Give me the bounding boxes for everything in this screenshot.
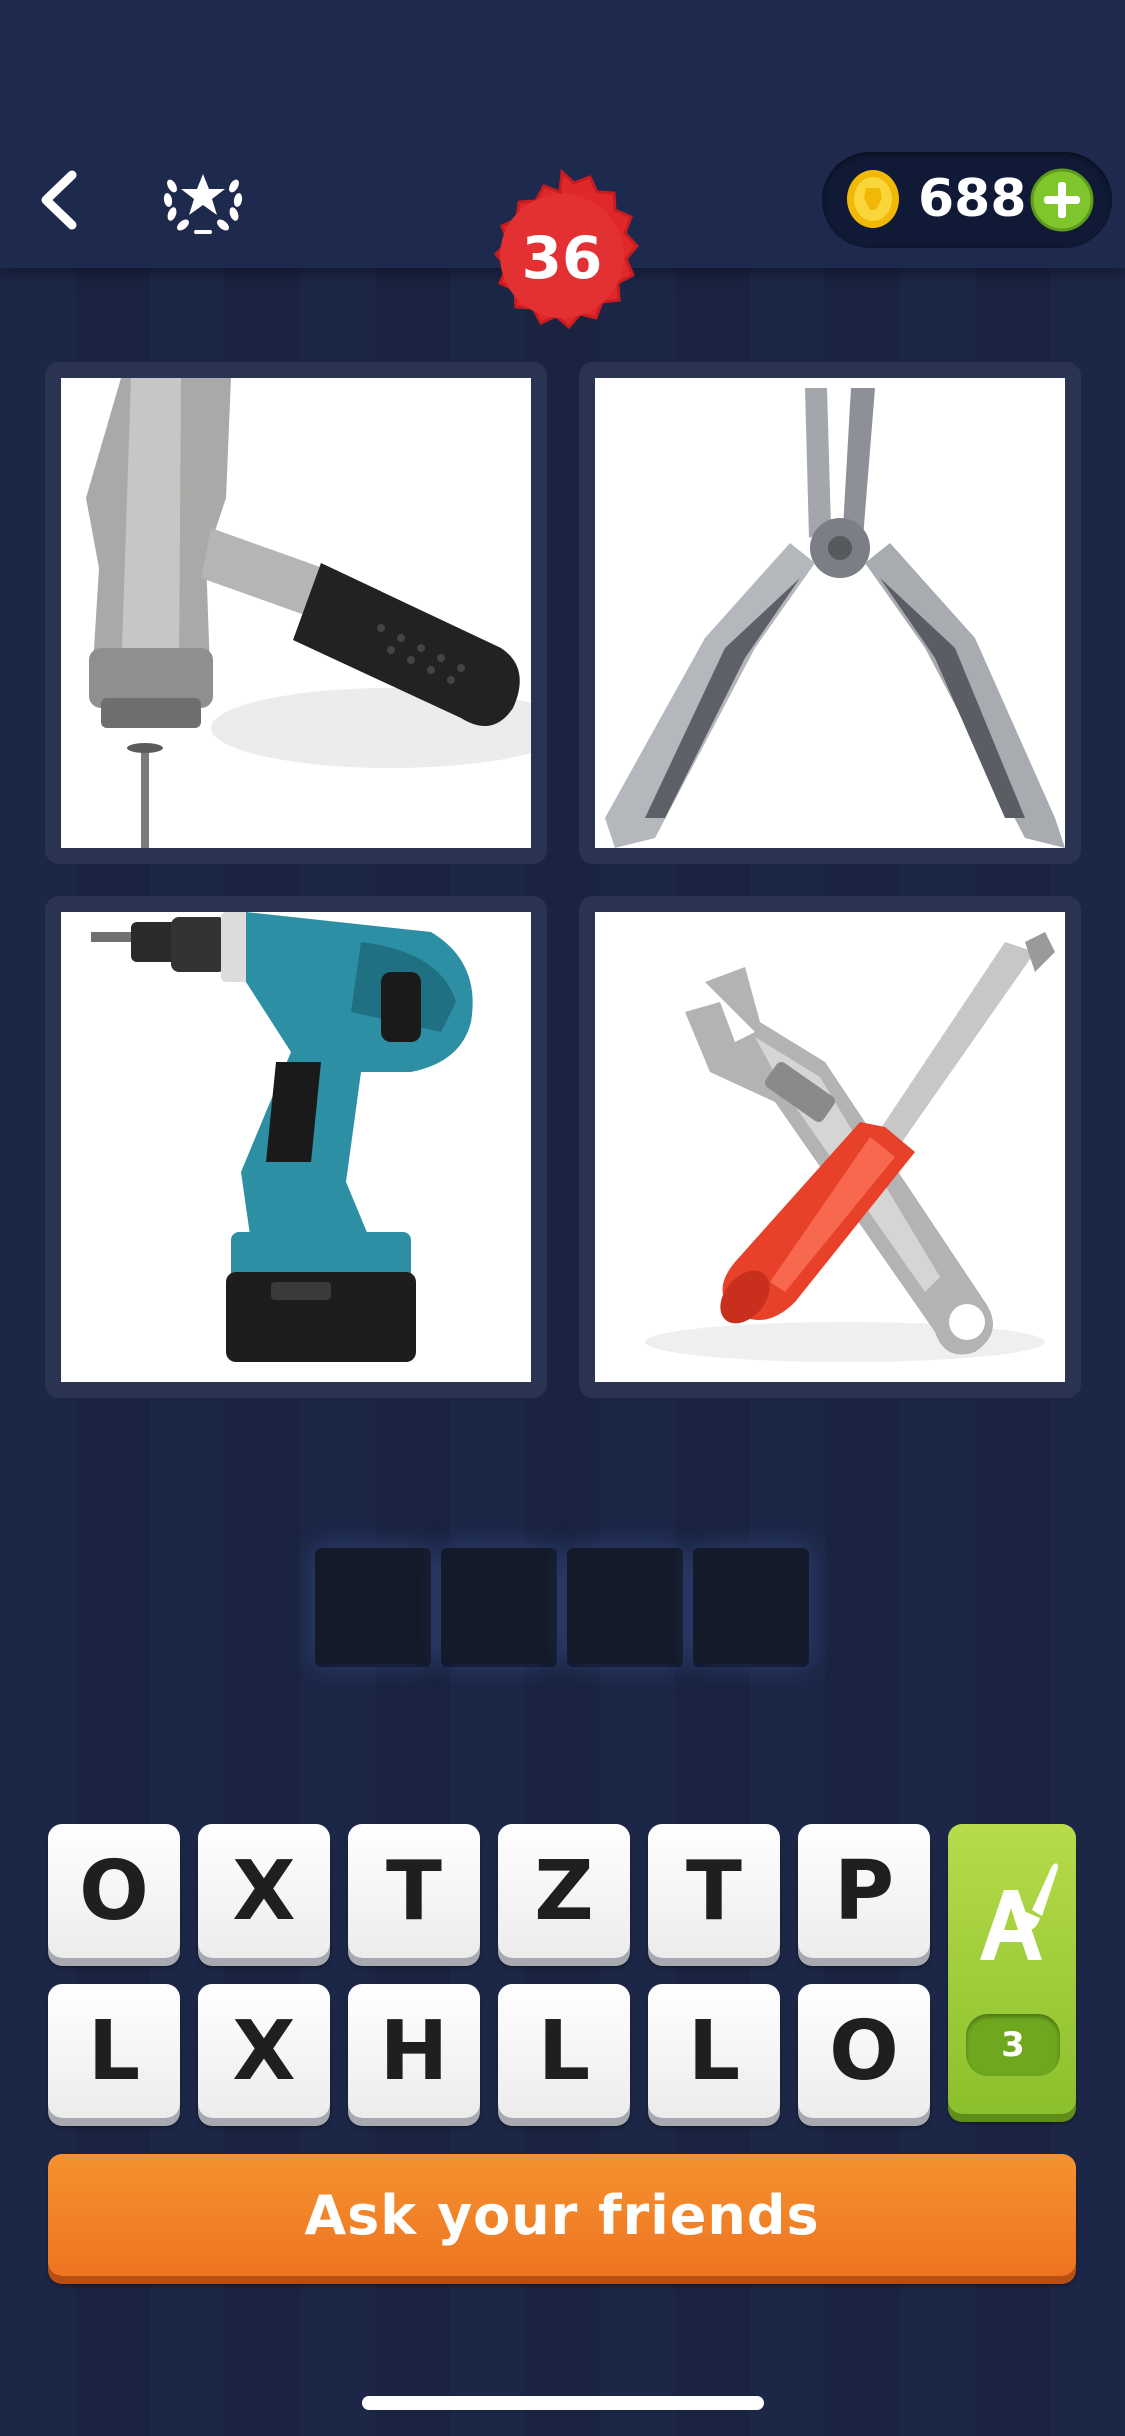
achievements-button[interactable] — [158, 160, 248, 240]
letter-key[interactable]: O — [798, 1984, 930, 2118]
letter-key[interactable]: T — [348, 1824, 480, 1958]
answer-slot-2[interactable] — [441, 1548, 557, 1664]
level-number: 36 — [521, 224, 603, 292]
picture-tile-2[interactable] — [579, 362, 1081, 864]
letter-key[interactable]: L — [498, 1984, 630, 2118]
letter-key[interactable]: L — [48, 1984, 180, 2118]
letter-key[interactable]: T — [648, 1824, 780, 1958]
picture-tile-3[interactable] — [45, 896, 547, 1398]
drill-picture — [91, 912, 473, 1362]
ask-friends-button[interactable]: Ask your friends — [48, 2154, 1076, 2276]
plus-icon[interactable] — [1030, 168, 1094, 232]
letter-key[interactable]: P — [798, 1824, 930, 1958]
pliers-picture — [605, 388, 1065, 848]
answer-slots — [315, 1548, 811, 1668]
answer-slot-4[interactable] — [693, 1548, 809, 1664]
wrench-screwdriver-picture — [645, 932, 1055, 1362]
chevron-left-icon — [41, 170, 77, 230]
letter-brush-icon — [980, 1863, 1058, 1960]
letter-key[interactable]: L — [648, 1984, 780, 2118]
back-button[interactable] — [30, 165, 90, 235]
hint-button[interactable]: 3 — [948, 1824, 1076, 2114]
coin-icon — [847, 170, 899, 228]
home-indicator[interactable] — [362, 2396, 764, 2410]
coin-count: 688 — [918, 169, 1027, 229]
answer-slot-3[interactable] — [567, 1548, 683, 1664]
answer-slot-1[interactable] — [315, 1548, 431, 1664]
picture-tile-4[interactable] — [579, 896, 1081, 1398]
coin-balance[interactable]: 688 — [822, 152, 1112, 248]
picture-tile-1[interactable] — [45, 362, 547, 864]
hint-count: 3 — [966, 2014, 1060, 2076]
letter-key[interactable]: X — [198, 1824, 330, 1958]
letter-key[interactable]: Z — [498, 1824, 630, 1958]
laurel-star-icon — [163, 174, 243, 234]
letter-key[interactable]: O — [48, 1824, 180, 1958]
letter-key[interactable]: H — [348, 1984, 480, 2118]
letter-key[interactable]: X — [198, 1984, 330, 2118]
hammer-picture — [86, 378, 531, 848]
